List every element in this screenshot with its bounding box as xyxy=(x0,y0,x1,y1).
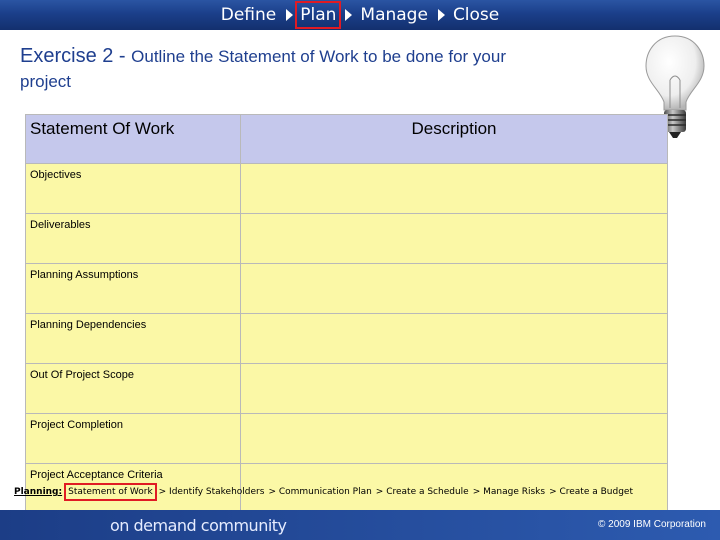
breadcrumb-step[interactable]: > Communication Plan xyxy=(268,487,371,497)
triangle-right-icon xyxy=(437,9,445,21)
table-row: Objectives xyxy=(25,163,668,214)
title-instruction: Outline the Statement of Work to be done… xyxy=(131,47,506,66)
row-label-out-of-scope: Out Of Project Scope xyxy=(25,363,241,414)
table-row: Planning Assumptions xyxy=(25,263,668,314)
description-cell[interactable] xyxy=(240,313,668,364)
title-continuation: project xyxy=(20,72,72,91)
row-label-planning-dependencies: Planning Dependencies xyxy=(25,313,241,364)
page-title: Exercise 2 - Outline the Statement of Wo… xyxy=(20,44,630,94)
breadcrumb-step[interactable]: > Identify Stakeholders xyxy=(159,487,265,497)
nav-item-plan[interactable]: Plan xyxy=(295,1,342,29)
triangle-right-icon xyxy=(286,9,294,21)
column-header-description: Description xyxy=(240,114,668,164)
nav-label: Close xyxy=(452,5,500,25)
nav-item-close[interactable]: Close xyxy=(449,5,503,25)
table-row: Deliverables xyxy=(25,213,668,264)
nav-label: Define xyxy=(220,5,277,25)
description-cell[interactable] xyxy=(240,163,668,214)
triangle-right-icon xyxy=(345,9,353,21)
table-row: Out Of Project Scope xyxy=(25,363,668,414)
row-label-planning-assumptions: Planning Assumptions xyxy=(25,263,241,314)
breadcrumb-step[interactable]: > Manage Risks xyxy=(473,487,545,497)
column-header-sow: Statement Of Work xyxy=(25,114,241,164)
breadcrumb-step[interactable]: > Create a Budget xyxy=(549,487,633,497)
breadcrumb-current-step[interactable]: Statement of Work xyxy=(64,483,157,501)
statement-of-work-table: Statement Of Work Description Objectives… xyxy=(25,114,668,514)
description-cell[interactable] xyxy=(240,213,668,264)
nav-label: Manage xyxy=(360,5,428,25)
planning-steps-breadcrumb: Planning: Statement of Work > Identify S… xyxy=(14,483,720,501)
on-demand-community-logo: on demand community xyxy=(110,516,287,535)
description-cell[interactable] xyxy=(240,263,668,314)
row-label-project-completion: Project Completion xyxy=(25,413,241,464)
footer-bar: on demand community © 2009 IBM Corporati… xyxy=(0,510,720,540)
table-header-row: Statement Of Work Description xyxy=(25,114,668,164)
breadcrumb-lead: Planning: xyxy=(14,487,63,497)
description-cell[interactable] xyxy=(240,413,668,464)
title-exercise: Exercise 2 - xyxy=(20,45,132,67)
table-row: Project Completion xyxy=(25,413,668,464)
phase-navigation-bar: Define Plan Manage Close xyxy=(0,0,720,30)
nav-label: Plan xyxy=(300,5,337,25)
table-row: Planning Dependencies xyxy=(25,313,668,364)
copyright-notice: © 2009 IBM Corporation xyxy=(598,519,706,530)
row-label-deliverables: Deliverables xyxy=(25,213,241,264)
description-cell[interactable] xyxy=(240,363,668,414)
nav-item-manage[interactable]: Manage xyxy=(356,5,432,25)
nav-item-define[interactable]: Define xyxy=(217,5,281,25)
breadcrumb-step[interactable]: > Create a Schedule xyxy=(376,487,469,497)
row-label-objectives: Objectives xyxy=(25,163,241,214)
